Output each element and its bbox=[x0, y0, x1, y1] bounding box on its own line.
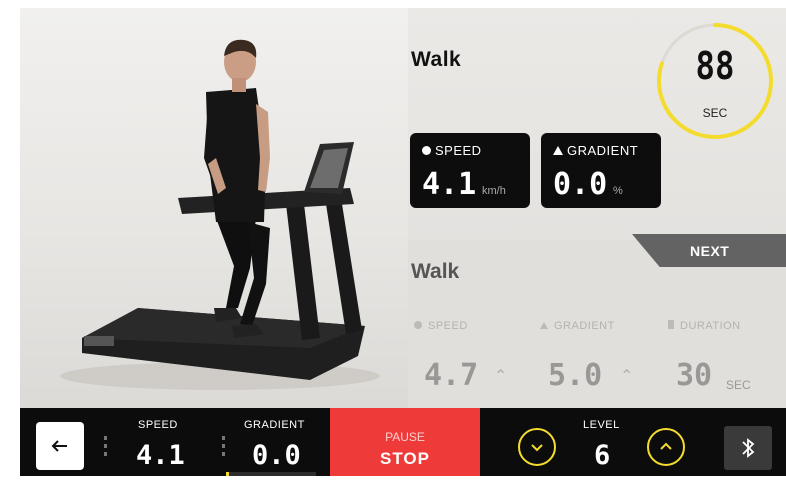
arrow-left-icon bbox=[51, 440, 67, 452]
timer-value: 88 bbox=[695, 44, 735, 88]
next-segment-title: Walk bbox=[411, 260, 460, 283]
speed-card-unit: km/h bbox=[482, 185, 506, 197]
bar-gradient-label: GRADIENT bbox=[244, 419, 305, 431]
gradient-up-chevrons-icon: ⌃ bbox=[620, 368, 634, 385]
next-speed-label: SPEED bbox=[414, 320, 520, 332]
gradient-indicator bbox=[226, 472, 316, 476]
gradient-card-value: 0.0 bbox=[553, 167, 608, 202]
next-gradient-label: GRADIENT bbox=[540, 320, 646, 332]
next-duration-stat: DURATION 30 SEC bbox=[668, 320, 778, 393]
speed-drag-handle[interactable] bbox=[104, 436, 108, 464]
bar-speed-label: SPEED bbox=[138, 419, 178, 431]
treadmill-illustration bbox=[60, 39, 380, 390]
next-duration-unit: SEC bbox=[726, 378, 751, 392]
gradient-card-label: GRADIENT bbox=[567, 143, 639, 158]
bar-speed-value: 4.1 bbox=[136, 440, 185, 471]
speed-card: SPEED 4.1 km/h bbox=[410, 133, 530, 208]
speed-card-header: SPEED bbox=[422, 143, 482, 158]
treadmill-hero-image bbox=[20, 8, 408, 408]
mountain-icon bbox=[540, 322, 548, 329]
current-segment-title: Walk bbox=[411, 48, 462, 71]
speed-card-label: SPEED bbox=[435, 143, 482, 158]
stop-label[interactable]: STOP bbox=[330, 449, 480, 469]
gradient-card-header: GRADIENT bbox=[553, 143, 638, 158]
gradient-drag-handle[interactable] bbox=[222, 436, 226, 464]
next-duration-label: DURATION bbox=[668, 320, 778, 332]
bluetooth-icon bbox=[742, 438, 755, 458]
speedometer-icon bbox=[422, 146, 431, 155]
next-duration-label-text: DURATION bbox=[680, 320, 741, 332]
next-speed-label-text: SPEED bbox=[428, 320, 468, 332]
next-gradient-value: 5.0 bbox=[548, 358, 603, 393]
level-up-button[interactable] bbox=[647, 428, 685, 466]
gradient-card-unit: % bbox=[613, 185, 623, 197]
next-speed-value: 4.7 bbox=[424, 358, 479, 393]
level-value: 6 bbox=[594, 440, 611, 471]
gradient-card: GRADIENT 0.0 % bbox=[541, 133, 661, 208]
chevron-down-icon bbox=[531, 444, 543, 452]
next-button-label[interactable]: NEXT bbox=[690, 243, 729, 259]
level-down-button[interactable] bbox=[518, 428, 556, 466]
speed-up-chevrons-icon: ⌃ bbox=[494, 368, 508, 385]
speedometer-icon bbox=[414, 321, 422, 329]
next-duration-value: 30 bbox=[676, 358, 713, 393]
level-label: LEVEL bbox=[583, 419, 620, 431]
chevron-up-icon bbox=[660, 442, 672, 450]
next-gradient-stat: GRADIENT 5.0 ⌃ bbox=[540, 320, 646, 393]
bluetooth-button[interactable] bbox=[724, 426, 772, 470]
next-speed-stat: SPEED 4.7 ⌃ bbox=[414, 320, 520, 393]
bar-gradient-value: 0.0 bbox=[252, 440, 301, 471]
speed-card-value: 4.1 bbox=[422, 167, 477, 202]
pause-label[interactable]: PAUSE bbox=[330, 430, 480, 444]
hourglass-icon bbox=[668, 320, 674, 329]
back-button[interactable] bbox=[36, 422, 84, 470]
timer-unit: SEC bbox=[702, 106, 728, 120]
mountain-icon bbox=[553, 146, 563, 155]
next-gradient-label-text: GRADIENT bbox=[554, 320, 615, 332]
